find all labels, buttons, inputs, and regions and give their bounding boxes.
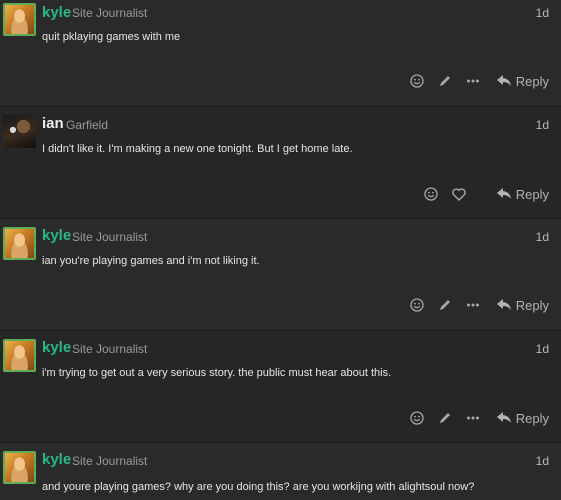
post: kyle Site Journalist 1d ian you're playi… — [0, 219, 561, 330]
smile-icon[interactable] — [403, 294, 431, 316]
post-actions: Reply — [417, 183, 549, 205]
username[interactable]: ian — [42, 115, 64, 132]
user-title: Site Journalist — [72, 230, 148, 244]
post-time[interactable]: 1d — [536, 118, 549, 132]
post-time[interactable]: 1d — [536, 454, 549, 468]
reply-label: Reply — [515, 297, 549, 313]
smile-icon[interactable] — [403, 407, 431, 429]
reply-icon — [496, 188, 511, 199]
smile-icon[interactable] — [403, 70, 431, 92]
smile-icon[interactable] — [417, 183, 445, 205]
user-title: Garfield — [66, 118, 109, 132]
post: kyle Site Journalist 1d i'm trying to ge… — [0, 331, 561, 442]
pencil-icon[interactable] — [431, 407, 459, 429]
avatar[interactable] — [3, 3, 36, 36]
reply-button[interactable]: Reply — [496, 294, 549, 316]
topic-thread: kyle Site Journalist 1d quit pklaying ga… — [0, 0, 561, 500]
avatar[interactable] — [3, 339, 36, 372]
reply-button[interactable]: Reply — [496, 407, 549, 429]
username[interactable]: kyle — [42, 4, 71, 21]
post-time[interactable]: 1d — [536, 342, 549, 356]
pencil-icon[interactable] — [431, 70, 459, 92]
post-time[interactable]: 1d — [536, 6, 549, 20]
post-body: and youre playing games? why are you doi… — [42, 481, 475, 493]
post: ian Garfield 1d I didn't like it. I'm ma… — [0, 107, 561, 218]
reply-icon — [496, 75, 511, 86]
user-title: Site Journalist — [72, 454, 148, 468]
avatar[interactable] — [3, 115, 36, 148]
post-actions: Reply — [403, 407, 549, 429]
reply-label: Reply — [515, 73, 549, 89]
reply-icon — [496, 299, 511, 310]
post-body: quit pklaying games with me — [42, 31, 181, 43]
avatar[interactable] — [3, 451, 36, 484]
post-actions: Reply — [403, 294, 549, 316]
reply-button[interactable]: Reply — [496, 70, 549, 92]
reply-label: Reply — [515, 186, 549, 202]
more-icon[interactable] — [459, 294, 487, 316]
post-body: I didn't like it. I'm making a new one t… — [42, 143, 353, 155]
post-body: i'm trying to get out a very serious sto… — [42, 367, 392, 379]
avatar[interactable] — [3, 227, 36, 260]
post: kyle Site Journalist 1d and youre playin… — [0, 443, 561, 500]
heart-icon[interactable] — [445, 183, 473, 205]
username[interactable]: kyle — [42, 227, 71, 244]
post: kyle Site Journalist 1d quit pklaying ga… — [0, 0, 561, 106]
reply-button[interactable]: Reply — [496, 183, 549, 205]
username[interactable]: kyle — [42, 339, 71, 356]
reply-icon — [496, 412, 511, 423]
post-actions: Reply — [403, 70, 549, 92]
more-icon[interactable] — [459, 70, 487, 92]
user-title: Site Journalist — [72, 342, 148, 356]
username[interactable]: kyle — [42, 451, 71, 468]
more-icon[interactable] — [459, 407, 487, 429]
post-time[interactable]: 1d — [536, 230, 549, 244]
pencil-icon[interactable] — [431, 294, 459, 316]
post-body: ian you're playing games and i'm not lik… — [42, 255, 260, 267]
reply-label: Reply — [515, 410, 549, 426]
user-title: Site Journalist — [72, 6, 148, 20]
